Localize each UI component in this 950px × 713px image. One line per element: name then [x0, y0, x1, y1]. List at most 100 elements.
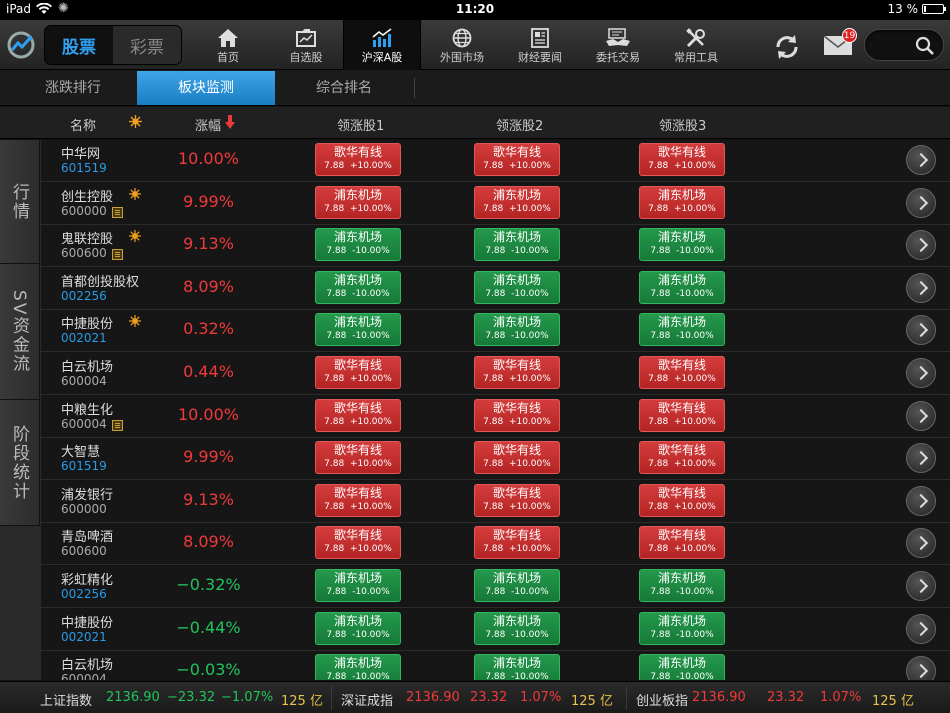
row-detail-arrow-icon[interactable] — [906, 272, 936, 303]
nav-tools[interactable]: 常用工具 — [657, 20, 735, 70]
leader-stock-chip[interactable]: 浦东机场 7.88 -10.00% — [474, 313, 560, 347]
row-detail-arrow-icon[interactable] — [906, 528, 936, 559]
row-detail-arrow-icon[interactable] — [906, 315, 936, 346]
nav-finance-news[interactable]: 财经要闻 — [501, 20, 579, 70]
tab-sector-monitor[interactable]: 板块监测 — [137, 71, 275, 105]
leader-stock-chip[interactable]: 歌华有线 7.88 +10.00% — [639, 483, 725, 517]
leader-stock-chip[interactable]: 浦东机场 7.88 -10.00% — [639, 654, 725, 680]
leader-stock-chip[interactable]: 歌华有线 7.88 +10.00% — [315, 483, 401, 517]
leader-stock-chip[interactable]: 歌华有线 7.88 +10.00% — [315, 356, 401, 389]
tab-overall-ranking[interactable]: 综合排名 — [275, 71, 413, 105]
leader-stock-chip[interactable]: 歌华有线 7.88 +10.00% — [639, 356, 725, 389]
leader-stock-chip[interactable]: 歌华有线 7.88 +10.00% — [315, 398, 401, 432]
leader-stock-chip[interactable]: 浦东机场 7.88 -10.00% — [474, 611, 560, 645]
leader-stock-chip[interactable]: 浦东机场 7.88 -10.00% — [315, 654, 401, 680]
leader-stock-chip[interactable]: 浦东机场 7.88 -10.00% — [315, 228, 401, 262]
leader-stock-chip[interactable]: 浦东机场 7.88 -10.00% — [639, 270, 725, 304]
table-row[interactable]: 浦发银行 600000 9.13% 歌华有线 7.88 +10.00% 歌华有线 7.88 … — [41, 480, 950, 523]
nav-global-markets-label: 外围市场 — [440, 51, 484, 64]
leader-stock-chip[interactable]: 歌华有线 7.88 +10.00% — [315, 526, 401, 560]
table-row[interactable]: 中华网 601519 10.00% 歌华有线 7.88 +10.00% 歌华有线 7.88 … — [41, 140, 950, 182]
leader-stock-chip[interactable]: 浦东机场 7.88 -10.00% — [639, 569, 725, 602]
leader-stock-chip[interactable]: 浦东机场 7.88 -10.00% — [315, 569, 401, 602]
segment-lottery[interactable]: 彩票 — [113, 26, 181, 64]
sort-down-arrow-icon[interactable] — [225, 115, 235, 133]
leader-stock-chip[interactable]: 浦东机场 7.88 +10.00% — [639, 185, 725, 219]
leader-stock-chip[interactable]: 歌华有线 7.88 +10.00% — [474, 441, 560, 475]
sidetab-sv-fund-flow[interactable]: SV资金流 — [0, 264, 40, 400]
table-row[interactable]: 首都创投股权 002256 8.09% 浦东机场 7.88 -10.00% 浦东机场 7.8… — [41, 267, 950, 310]
row-detail-arrow-icon[interactable] — [906, 145, 936, 175]
leader-stock-chip[interactable]: 浦东机场 7.88 -10.00% — [474, 654, 560, 680]
sidetab-quotes[interactable]: 行情 — [0, 140, 40, 264]
leader-stock-chip[interactable]: 浦东机场 7.88 -10.00% — [474, 569, 560, 602]
leader-stock-chip[interactable]: 歌华有线 7.88 +10.00% — [474, 526, 560, 560]
leader-stock-change: -10.00% — [352, 587, 390, 597]
leader-stock-chip[interactable]: 浦东机场 7.88 -10.00% — [315, 313, 401, 347]
leader-stock-chip[interactable]: 浦东机场 7.88 +10.00% — [474, 185, 560, 219]
row-detail-arrow-icon[interactable] — [906, 400, 936, 431]
search-button[interactable] — [864, 29, 944, 61]
ticker-name[interactable]: 深证成指 — [341, 690, 393, 709]
leader-stock-chip[interactable]: 浦东机场 7.88 +10.00% — [315, 185, 401, 219]
table-row[interactable]: 彩虹精化 002256 −0.32% 浦东机场 7.88 -10.00% 浦东机场 7.88… — [41, 566, 950, 608]
leader-stock-chip[interactable]: 歌华有线 7.88 +10.00% — [639, 526, 725, 560]
table-row[interactable]: 中捷股份 002021 0.32% 浦东机场 7.88 -10.00% 浦东机场 7.88 … — [41, 310, 950, 353]
leader-stock-chip[interactable]: 浦东机场 7.88 -10.00% — [315, 611, 401, 645]
nav-watchlist[interactable]: 自选股 — [267, 20, 345, 70]
tab-gain-ranking[interactable]: 涨跌排行 — [4, 71, 142, 105]
leader-stock-chip[interactable]: 歌华有线 7.88 +10.00% — [474, 356, 560, 389]
nav-a-shares[interactable]: 沪深A股 — [343, 20, 421, 70]
sector-change: 9.99% — [183, 191, 234, 211]
leader-stock-chip[interactable]: 歌华有线 7.88 +10.00% — [639, 441, 725, 475]
nav-trading[interactable]: 委托交易 — [579, 20, 657, 70]
leader-stock-chip[interactable]: 歌华有线 7.88 +10.00% — [474, 483, 560, 517]
leader-stock-quote: 7.88 -10.00% — [316, 671, 400, 680]
ticker-name[interactable]: 上证指数 — [40, 690, 92, 709]
row-detail-arrow-icon[interactable] — [906, 443, 936, 474]
star-icon[interactable] — [129, 115, 142, 132]
leader-stock-chip[interactable]: 歌华有线 7.88 +10.00% — [474, 143, 560, 176]
row-detail-arrow-icon[interactable] — [906, 485, 936, 516]
sidetab-period-stats[interactable]: 阶段统计 — [0, 400, 40, 526]
leader-stock-chip[interactable]: 浦东机场 7.88 -10.00% — [639, 313, 725, 347]
leader-stock-chip[interactable]: 浦东机场 7.88 -10.00% — [639, 611, 725, 645]
segment-stocks[interactable]: 股票 — [45, 26, 113, 64]
table-row[interactable]: 创生控股 600000 9.99% 浦东机场 7.88 +10.00% 浦东机场 7.88 … — [41, 182, 950, 225]
leader-stock-change: -10.00% — [511, 587, 549, 597]
leader-stock-chip[interactable]: 歌华有线 7.88 +10.00% — [315, 441, 401, 475]
refresh-icon[interactable] — [770, 30, 804, 64]
row-detail-arrow-icon[interactable] — [906, 571, 936, 601]
table-row[interactable]: 大智慧 601519 9.99% 歌华有线 7.88 +10.00% 歌华有线 7.88 +… — [41, 438, 950, 481]
leader-stock-chip[interactable]: 歌华有线 7.88 +10.00% — [474, 398, 560, 432]
leader-stock-chip[interactable]: 浦东机场 7.88 -10.00% — [639, 228, 725, 262]
leader-stock-chip[interactable]: 浦东机场 7.88 -10.00% — [474, 270, 560, 304]
nav-global-markets[interactable]: 外围市场 — [423, 20, 501, 70]
table-row[interactable]: 青岛啤酒 600600 8.09% 歌华有线 7.88 +10.00% 歌华有线 7.88 … — [41, 523, 950, 566]
column-name[interactable]: 名称 — [70, 115, 96, 134]
leader-stock-chip[interactable]: 歌华有线 7.88 +10.00% — [639, 143, 725, 176]
row-detail-arrow-icon[interactable] — [906, 656, 936, 680]
app-logo-icon[interactable] — [6, 30, 36, 60]
column-change[interactable]: 涨幅 — [195, 115, 221, 134]
row-detail-arrow-icon[interactable] — [906, 187, 936, 218]
row-detail-arrow-icon[interactable] — [906, 613, 936, 644]
leader-stock-price: 7.88 — [650, 587, 671, 597]
table-row[interactable]: 中粮生化 600004 10.00% 歌华有线 7.88 +10.00% 歌华有线 7.88… — [41, 395, 950, 438]
sector-change: 9.99% — [183, 447, 234, 467]
leader-stock-chip[interactable]: 歌华有线 7.88 +10.00% — [639, 398, 725, 432]
nav-home[interactable]: 首页 — [189, 20, 267, 70]
leader-stock-price: 7.88 — [483, 459, 504, 470]
row-detail-arrow-icon[interactable] — [906, 358, 936, 388]
leader-stock-chip[interactable]: 歌华有线 7.88 +10.00% — [315, 143, 401, 176]
sidetab-period-stats-label: 阶段统计 — [9, 424, 29, 501]
ticker-name[interactable]: 创业板指 — [636, 690, 688, 709]
row-detail-arrow-icon[interactable] — [906, 230, 936, 261]
leader-stock-quote: 7.88 -10.00% — [316, 586, 400, 599]
leader-stock-chip[interactable]: 浦东机场 7.88 -10.00% — [315, 270, 401, 304]
table-row[interactable]: 中捷股份 002021 −0.44% 浦东机场 7.88 -10.00% 浦东机场 7.88… — [41, 608, 950, 651]
table-row[interactable]: 鬼联控股 600600 9.13% 浦东机场 7.88 -10.00% 浦东机场 7.88 … — [41, 225, 950, 268]
table-row[interactable]: 白云机场 600004 0.44% 歌华有线 7.88 +10.00% 歌华有线 7.88 … — [41, 353, 950, 395]
leader-stock-chip[interactable]: 浦东机场 7.88 -10.00% — [474, 228, 560, 262]
table-row[interactable]: 白云机场 600004 −0.03% 浦东机场 7.88 -10.00% 浦东机场 7.88… — [41, 651, 950, 680]
